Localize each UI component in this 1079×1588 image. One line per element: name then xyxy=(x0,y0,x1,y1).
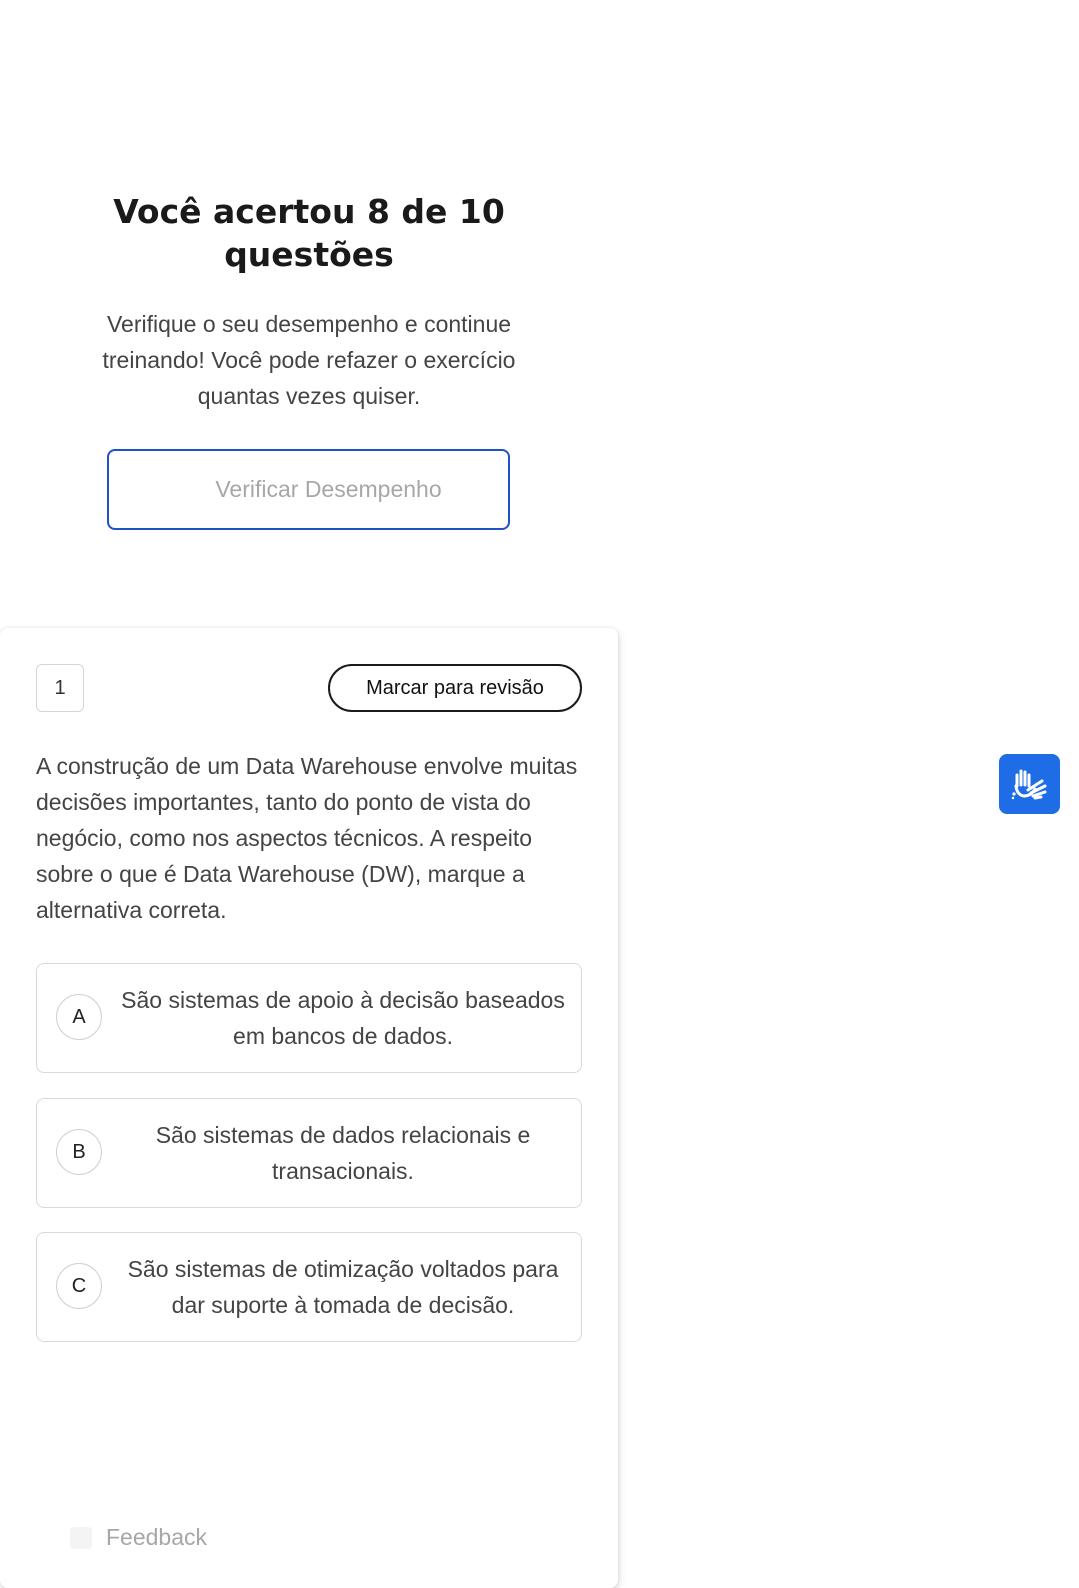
question-number-badge: 1 xyxy=(36,664,84,712)
answer-option-a[interactable]: A São sistemas de apoio à decisão basead… xyxy=(36,963,582,1073)
feedback-link[interactable]: Feedback xyxy=(70,1524,207,1551)
option-text: São sistemas de apoio à decisão baseados… xyxy=(121,987,565,1049)
sign-language-icon xyxy=(1011,769,1046,800)
verify-performance-button[interactable]: Verificar Desempenho xyxy=(107,449,510,530)
results-subtitle: Verifique o seu desempenho e continue tr… xyxy=(102,311,516,409)
option-text: São sistemas de otimização voltados para… xyxy=(127,1256,559,1318)
feedback-label: Feedback xyxy=(106,1524,208,1550)
answer-option-b[interactable]: B São sistemas de dados relacionais e tr… xyxy=(36,1098,582,1208)
question-text: A construção de um Data Warehouse envolv… xyxy=(36,753,578,923)
option-letter: C xyxy=(56,1263,102,1309)
option-text: São sistemas de dados relacionais e tran… xyxy=(155,1122,531,1184)
feedback-icon xyxy=(70,1526,92,1549)
question-card: 1 Marcar para revisão A construção de um… xyxy=(0,628,618,1588)
sign-language-button[interactable] xyxy=(999,754,1060,814)
option-letter: B xyxy=(56,1129,102,1175)
option-letter: A xyxy=(56,994,102,1040)
answer-option-c[interactable]: C São sistemas de otimização voltados pa… xyxy=(36,1232,582,1342)
results-title: Você acertou 8 de 10 questões xyxy=(113,192,505,274)
mark-for-review-button[interactable]: Marcar para revisão xyxy=(328,664,582,712)
results-summary: Você acertou 8 de 10 questões Verifique … xyxy=(60,190,558,414)
